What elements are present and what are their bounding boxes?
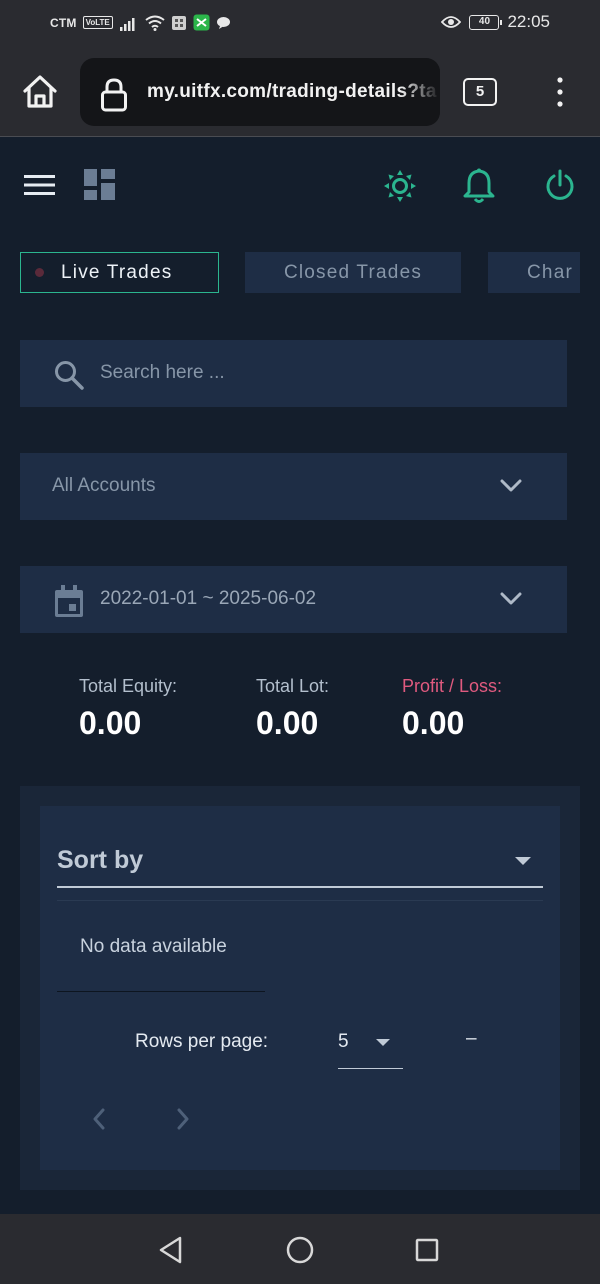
dropdown-arrow-icon[interactable] xyxy=(514,856,532,866)
notifications-button[interactable] xyxy=(463,168,495,204)
app-notification-icon xyxy=(171,15,186,30)
live-indicator-dot xyxy=(35,268,44,277)
system-nav-bar xyxy=(0,1214,600,1284)
status-right: 40 22:05 xyxy=(441,12,550,32)
chevron-right-icon xyxy=(177,1108,189,1130)
recents-square-icon xyxy=(415,1238,439,1262)
chat-notification-icon xyxy=(216,16,230,29)
date-range-picker[interactable]: 2022-01-01 ~ 2025-06-02 xyxy=(20,566,567,633)
tab-label: Char xyxy=(527,261,573,283)
dashboard-icon xyxy=(84,169,115,200)
menu-button[interactable] xyxy=(24,174,56,196)
accounts-selected: All Accounts xyxy=(52,475,156,496)
trade-tabs: Live Trades Closed Trades Char xyxy=(20,252,580,294)
tab-label: Closed Trades xyxy=(283,261,423,283)
stat-label: Total Equity: xyxy=(79,676,178,696)
calendar-icon xyxy=(55,585,83,617)
nav-back-button[interactable] xyxy=(158,1236,184,1264)
search-icon xyxy=(55,361,84,390)
battery-indicator: 40 xyxy=(469,14,503,30)
nav-recents-button[interactable] xyxy=(415,1238,439,1262)
date-range-value: 2022-01-01 ~ 2025-06-02 xyxy=(100,588,317,609)
next-page-button[interactable] xyxy=(176,1108,190,1130)
address-bar[interactable]: my.uitfx.com/trading-details?ta xyxy=(80,58,440,126)
logout-button[interactable] xyxy=(545,169,575,201)
rows-per-page-underline xyxy=(338,1068,403,1069)
divider xyxy=(57,900,543,901)
browser-toolbar: my.uitfx.com/trading-details?ta 5 xyxy=(0,44,600,137)
accounts-select[interactable]: All Accounts xyxy=(20,453,567,520)
browser-menu-button[interactable] xyxy=(550,76,570,108)
stat-value: 0.00 xyxy=(256,705,319,741)
total-equity-stat: Total Equity: 0.00 xyxy=(79,676,177,742)
trades-table-card: Sort by No data available Rows per page:… xyxy=(20,786,580,1190)
stat-value: 0.00 xyxy=(402,705,465,741)
eye-icon xyxy=(441,16,462,28)
menu-icon xyxy=(24,175,55,195)
chevron-down-icon xyxy=(500,592,522,605)
dropdown-arrow-icon[interactable] xyxy=(375,1038,391,1047)
search-field[interactable]: Search here ... xyxy=(20,340,567,407)
home-icon xyxy=(23,75,57,108)
chevron-down-icon xyxy=(500,479,522,492)
trades-table: Sort by No data available Rows per page:… xyxy=(40,806,560,1170)
tab-charts[interactable]: Char xyxy=(488,252,580,293)
chevron-left-icon xyxy=(93,1108,105,1130)
dashboard-button[interactable] xyxy=(84,169,116,200)
browser-home-button[interactable] xyxy=(20,72,60,112)
stat-label: Total Lot: xyxy=(256,676,330,696)
status-left: CTM VoLTE xyxy=(50,14,231,31)
profit-loss-stat: Profit / Loss: 0.00 xyxy=(402,676,502,742)
app-header xyxy=(0,138,600,228)
power-icon xyxy=(546,169,574,200)
status-time: 22:05 xyxy=(507,12,550,31)
theme-icon xyxy=(384,170,416,202)
trading-app-notification-icon xyxy=(193,14,210,31)
carrier-label: CTM xyxy=(50,15,77,30)
home-circle-icon xyxy=(286,1236,314,1264)
previous-page-button[interactable] xyxy=(92,1108,106,1130)
nav-home-button[interactable] xyxy=(286,1236,314,1264)
url-text: my.uitfx.com/trading-details?ta xyxy=(147,81,437,102)
stat-value: 0.00 xyxy=(79,705,142,741)
bell-icon xyxy=(463,168,495,203)
tab-switcher-button[interactable]: 5 xyxy=(463,78,497,106)
url-fade xyxy=(400,58,440,126)
page-range-text: – xyxy=(466,1028,477,1049)
tab-label: Live Trades xyxy=(61,261,173,283)
total-lot-stat: Total Lot: 0.00 xyxy=(256,676,329,742)
lock-icon xyxy=(101,78,127,112)
rows-per-page-label: Rows per page: xyxy=(135,1031,269,1052)
sort-underline xyxy=(57,886,543,888)
empty-state-text: No data available xyxy=(80,936,227,957)
wifi-icon xyxy=(145,15,165,31)
back-triangle-icon xyxy=(159,1236,182,1264)
signal-icon xyxy=(119,17,135,31)
tab-live-trades[interactable]: Live Trades xyxy=(20,252,219,293)
volte-badge: VoLTE xyxy=(82,16,113,29)
theme-toggle-button[interactable] xyxy=(383,169,417,203)
search-placeholder: Search here ... xyxy=(100,362,225,383)
sort-by-select[interactable]: Sort by xyxy=(57,846,143,875)
divider xyxy=(57,991,265,992)
status-bar: CTM VoLTE 40 22:05 xyxy=(0,0,600,44)
more-vert-icon xyxy=(557,77,563,107)
tab-closed-trades[interactable]: Closed Trades xyxy=(245,252,461,293)
stat-label: Profit / Loss: xyxy=(402,676,503,696)
rows-per-page-select[interactable]: 5 xyxy=(338,1031,349,1053)
